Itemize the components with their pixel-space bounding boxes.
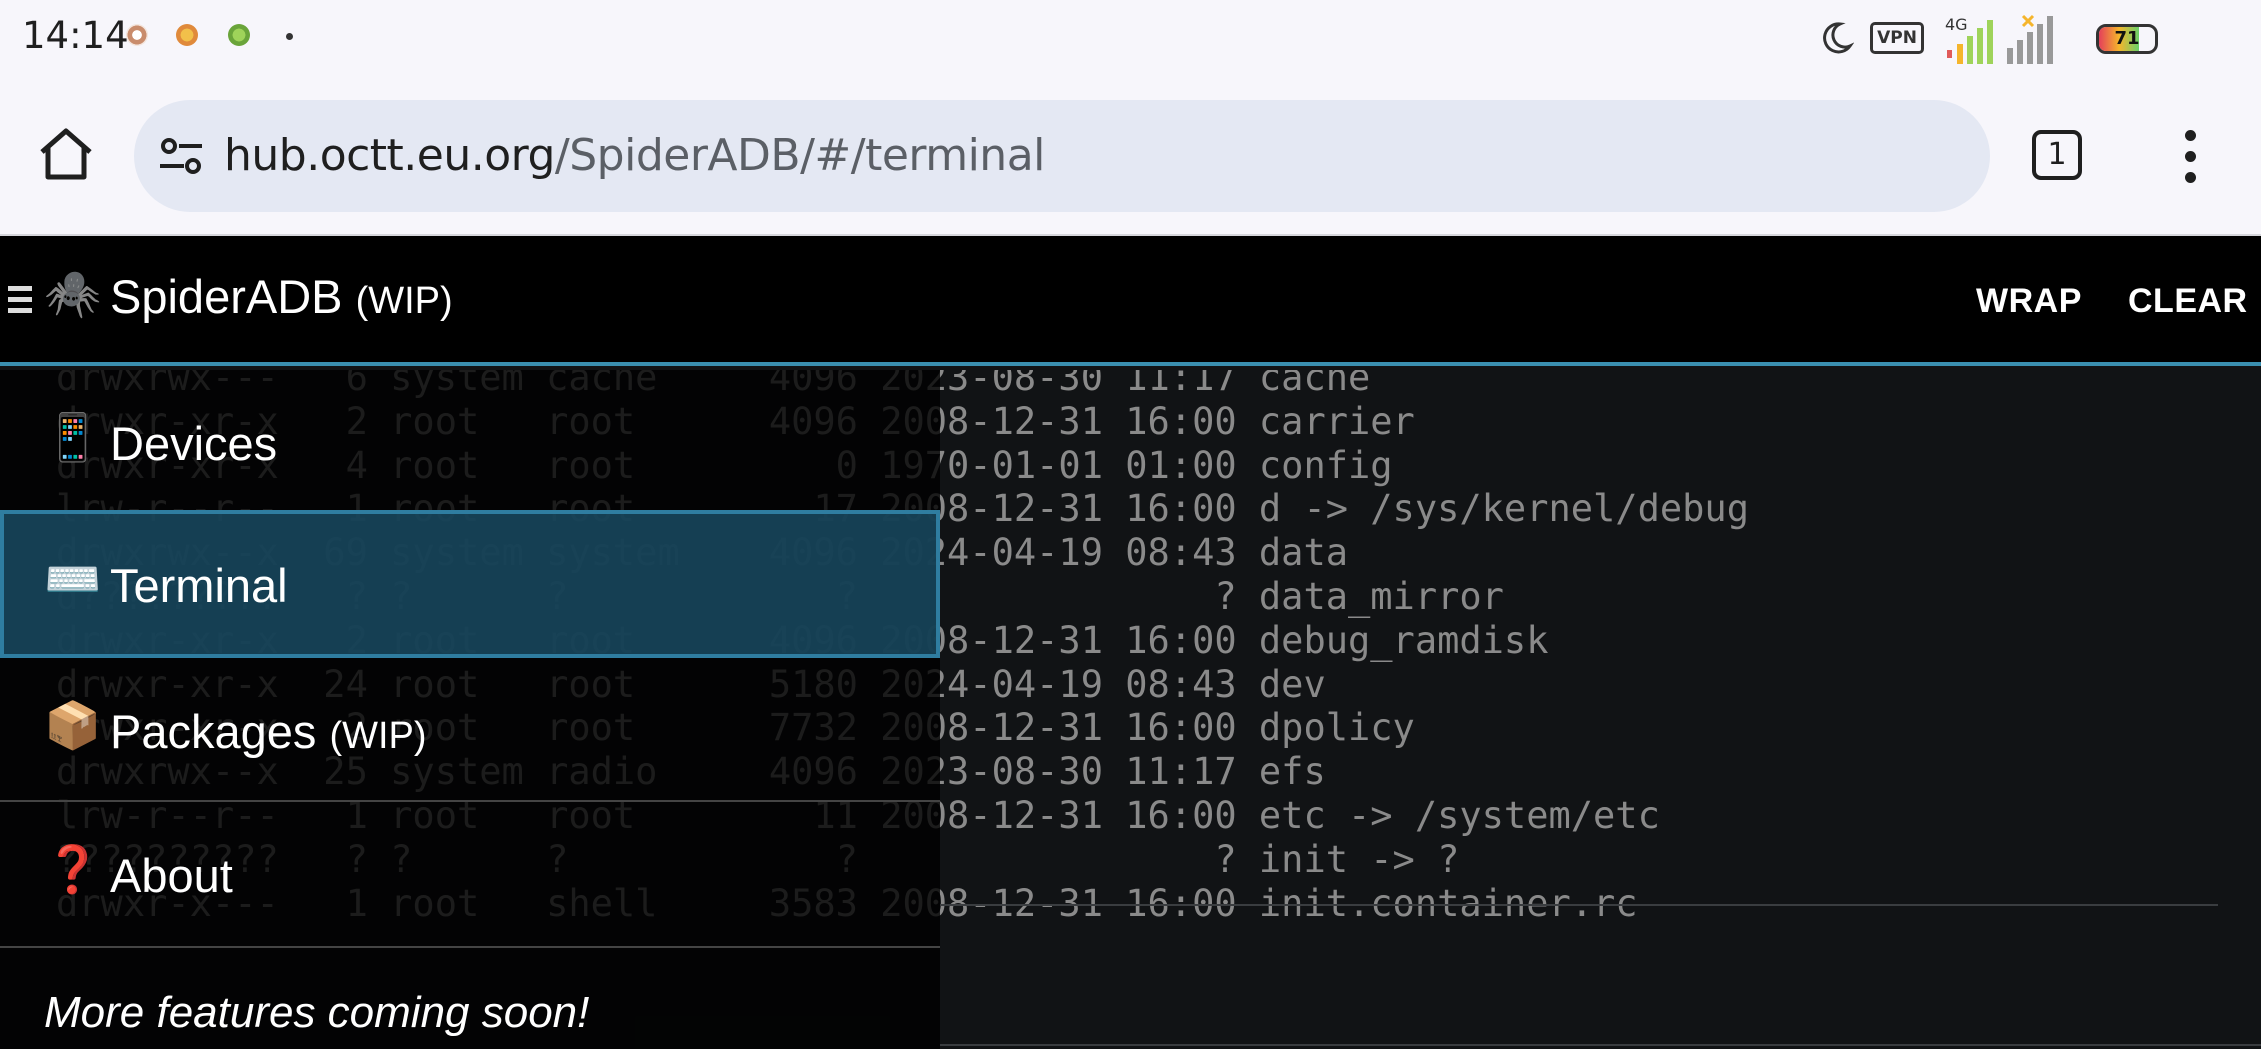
drawer-item-devices[interactable]: 📱 Devices [0,370,940,514]
url-text[interactable]: hub.octt.eu.org/SpiderADB/#/terminal [224,130,1045,181]
site-settings-icon[interactable] [158,134,204,178]
drawer-footer-note: More features coming soon! [44,988,590,1037]
drawer-item-packages[interactable]: 📦 Packages (WIP) [0,658,940,802]
status-bar: 14:14 VPN 4G 71 [0,0,2261,74]
keyboard-icon: ⌨️ [44,553,102,605]
drawer-item-suffix: (WIP) [329,715,427,757]
app-title-text: SpiderADB [110,270,343,323]
question-mark-icon: ❓ [44,843,102,895]
app-title-suffix: (WIP) [355,280,453,322]
more-menu-icon[interactable] [2176,130,2206,184]
browser-toolbar: hub.octt.eu.org/SpiderADB/#/terminal 1 [0,74,2261,236]
drawer-divider [0,946,940,948]
drawer-item-label: Packages (WIP) [110,704,427,759]
notification-icon [176,24,198,46]
mobile-phone-icon: 📱 [44,411,102,463]
vpn-icon: VPN [1870,22,1924,54]
more-notifications-dot [286,33,293,40]
status-time: 14:14 [22,14,129,57]
battery-level: 71 [2114,28,2140,49]
home-icon[interactable] [36,126,96,182]
clear-button[interactable]: CLEAR [2128,282,2248,321]
drawer-item-terminal[interactable]: ⌨️ Terminal [0,510,940,658]
app-bar: 🕷️ SpiderADB (WIP) WRAP CLEAR [0,236,2261,366]
svg-text:4G: 4G [1945,15,1968,34]
url-host: hub.octt.eu.org [224,130,555,181]
notification-icon [126,24,148,46]
tab-switcher-button[interactable]: 1 [2032,130,2082,180]
spider-logo-icon: 🕷️ [44,267,102,319]
terminal-input-field[interactable] [940,1044,2261,1046]
address-bar[interactable]: hub.octt.eu.org/SpiderADB/#/terminal [134,100,1990,212]
drawer-item-about[interactable]: ❓ About [0,802,940,946]
notification-icon [228,24,250,46]
drawer-item-label: Devices [110,417,278,470]
drawer-item-label-text: Packages [110,705,317,758]
url-path: /SpiderADB/#/terminal [554,130,1045,181]
terminal-input-divider [940,904,2218,906]
hamburger-menu-icon[interactable] [8,286,34,316]
wrap-button[interactable]: WRAP [1976,282,2082,321]
drawer-item-label: Terminal [110,559,288,612]
drawer-item-label: About [110,849,233,902]
do-not-disturb-icon [1823,22,1854,54]
signal-icon: 4G [1945,14,2053,64]
battery-icon: 71 [2096,24,2158,54]
app-title: SpiderADB (WIP) [110,269,453,324]
navigation-drawer: 📱 Devices ⌨️ Terminal 📦 Packages (WIP) ❓… [0,370,940,1049]
package-icon: 📦 [44,699,102,751]
